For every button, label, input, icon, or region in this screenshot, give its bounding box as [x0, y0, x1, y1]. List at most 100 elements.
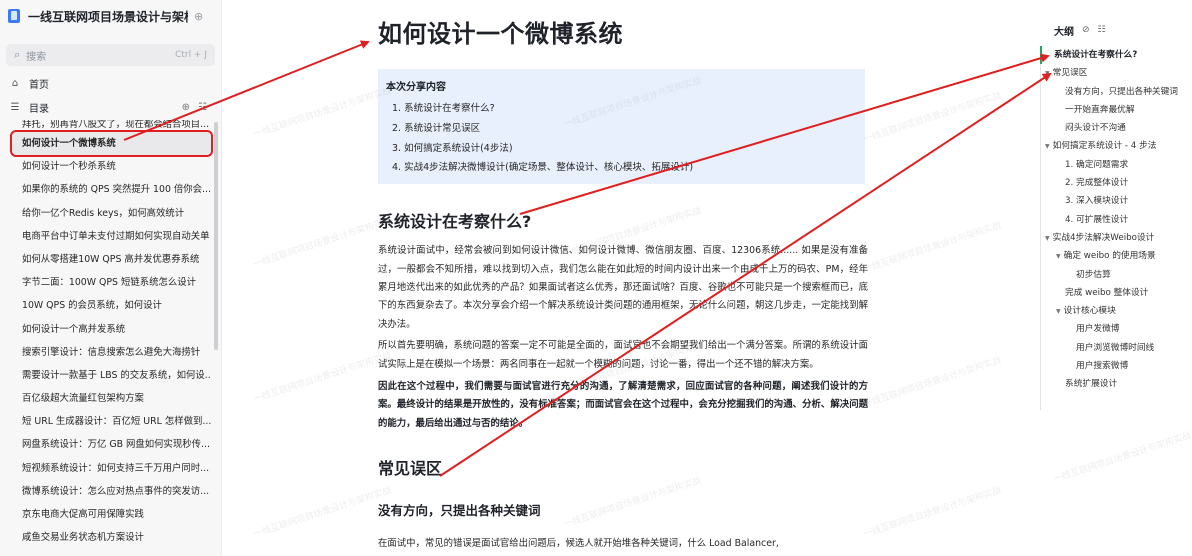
nav-catalog-label: 目录: [29, 103, 49, 115]
outline-item[interactable]: 系统设计在考察什么?: [1040, 46, 1190, 64]
catalog-item[interactable]: 如何设计一个高并发系统: [0, 318, 211, 341]
outline-item[interactable]: 闷头设计不沟通: [1040, 119, 1190, 137]
outline-title: 大纲: [1054, 26, 1074, 38]
section-heading: 系统设计在考察什么?: [378, 212, 532, 232]
catalog-item[interactable]: 如果你的系统的 QPS 突然提升 100 倍你会...: [0, 178, 211, 201]
watermark-text: 一线互联网项目场景设计与架构实战: [252, 215, 393, 270]
book-header[interactable]: 一线互联网项目场景设计与架构... ⊕: [8, 4, 213, 28]
catalog-item[interactable]: 拜托，别再背八股文了，现在都会结合项目...: [0, 120, 211, 132]
watermark-text: 一线互联网项目场景设计与架构实战: [252, 350, 393, 405]
paragraph: 所以首先要明确，系统问题的答案一定不可能是全面的，面试官也不会期望我们给出一个满…: [378, 340, 868, 370]
outline-item-label: 如何搞定系统设计 - 4 步法: [1052, 141, 1157, 152]
search-placeholder: 搜索: [26, 51, 47, 63]
callout-box: 本次分享内容 1. 系统设计在考察什么? 2. 系统设计常见误区 3. 如何搞定…: [378, 69, 865, 185]
catalog-item[interactable]: 咸鱼交易业务状态机方案设计: [0, 526, 211, 549]
catalog-item[interactable]: 给你一亿个Redis keys，如何高效统计: [0, 202, 211, 225]
outline-item[interactable]: 3. 深入模块设计: [1040, 192, 1190, 210]
outline-panel: 大纲 ⊘ ☷ 系统设计在考察什么? ▼ 常见误区 没有方向，只提出各种关键词 一开始直奔…: [1040, 20, 1190, 410]
outline-active-marker: [1040, 46, 1042, 64]
collapse-icon[interactable]: ▼: [1056, 308, 1061, 315]
outline-item[interactable]: 一开始直奔最优解: [1040, 101, 1190, 119]
outline-item[interactable]: ▼ 常见误区: [1040, 64, 1190, 82]
watermark-text: 一线互联网项目场景设计与架构实战: [252, 85, 393, 140]
catalog-item[interactable]: 电商平台中订单未支付过期如何实现自动关单: [0, 225, 211, 248]
book-info-icon[interactable]: ⊕: [194, 10, 203, 23]
watermark-text: 一线互联网项目场景设计与架构实战: [862, 485, 1003, 540]
outline-item[interactable]: 4. 可扩展性设计: [1040, 211, 1190, 229]
catalog-item[interactable]: 字节二面：100W QPS 短链系统怎么设计: [0, 271, 211, 294]
watermark-text: 一线互联网项目场景设计与架构实战: [252, 485, 393, 540]
catalog-item[interactable]: 短 URL 生成器设计：百亿短 URL 怎样做到...: [0, 410, 211, 433]
outline-item[interactable]: ▼ 设计核心模块: [1040, 302, 1190, 320]
collapse-icon[interactable]: ▼: [1056, 253, 1061, 260]
document: 如何设计一个微博系统 本次分享内容 1. 系统设计在考察什么? 2. 系统设计常…: [378, 0, 868, 554]
hide-outline-icon[interactable]: ⊘: [1082, 25, 1090, 35]
outline-item-label: 3. 深入模块设计: [1065, 196, 1129, 207]
outline-item-label: 用户搜索微博: [1076, 361, 1129, 372]
catalog-item[interactable]: 如何设计一个微博系统: [10, 129, 213, 158]
catalog-item[interactable]: 京东电商大促高可用保障实践: [0, 503, 211, 526]
collapse-icon[interactable]: ▼: [1045, 143, 1050, 150]
outline-item[interactable]: 用户发微博: [1040, 320, 1190, 338]
catalog-list: 拜托，别再背八股文了，现在都会结合项目... 如何设计一个微博系统 如何设计一个秒杀…: [0, 120, 221, 549]
outline-item[interactable]: 初步估算: [1040, 266, 1190, 284]
callout-item: 4. 实战4步法解决微博设计(确定场景、整体设计、核心模块、拓展设计): [392, 162, 694, 174]
catalog-item[interactable]: 需要设计一款基于 LBS 的交友系统，如何设...: [0, 364, 211, 387]
collapse-icon[interactable]: ▼: [1045, 70, 1050, 77]
outline-item-label: 初步估算: [1076, 269, 1111, 280]
outline-item[interactable]: 完成 weibo 整体设计: [1040, 284, 1190, 302]
subsection-heading: 没有方向，只提出各种关键词: [378, 503, 541, 519]
outline-item-label: 用户浏览微博时间线: [1076, 342, 1155, 353]
callout-item: 2. 系统设计常见误区: [392, 122, 481, 134]
outline-item[interactable]: ▼ 确定 weibo 的使用场景: [1040, 247, 1190, 265]
search-shortcut: Ctrl + J: [175, 50, 207, 60]
outline-item-label: 确定 weibo 的使用场景: [1063, 251, 1156, 262]
outline-item-label: 2. 完成整体设计: [1065, 178, 1129, 189]
outline-item[interactable]: 2. 完成整体设计: [1040, 174, 1190, 192]
watermark-text: 一线互联网项目场景设计与架构实战: [862, 90, 1003, 145]
catalog-item[interactable]: 百亿级超大流量红包架构方案: [0, 387, 211, 410]
book-icon: [8, 9, 20, 23]
outline-item[interactable]: 没有方向，只提出各种关键词: [1040, 83, 1190, 101]
paragraph: 系统设计面试中，经常会被问到如何设计微信、如何设计微博、微信朋友圈、百度、123…: [378, 245, 868, 330]
nav-home-label: 首页: [29, 79, 49, 91]
nav-home[interactable]: ⌂ 首页: [6, 72, 215, 94]
catalog-item[interactable]: 如何设计一个秒杀系统: [0, 155, 211, 178]
outline-list: 系统设计在考察什么? ▼ 常见误区 没有方向，只提出各种关键词 一开始直奔最优解 闷头设计…: [1040, 46, 1190, 394]
catalog-item[interactable]: 如何从零搭建10W QPS 高并发优惠券系统: [0, 248, 211, 271]
outline-item[interactable]: ▼ 实战4步法解决Weibo设计: [1040, 229, 1190, 247]
outline-item-label: 1. 确定问题需求: [1065, 159, 1129, 170]
paragraph: 在面试中，常见的错误是面试官给出问题后，候选人就开始堆各种关键词，什么 Load…: [378, 538, 779, 550]
catalog-item[interactable]: 短视频系统设计：如何支持三千万用户同时...: [0, 457, 211, 480]
outline-item[interactable]: 系统扩展设计: [1040, 375, 1190, 393]
collapse-icon[interactable]: ▼: [1045, 235, 1050, 242]
catalog-icon: ☰: [10, 101, 20, 113]
book-title[interactable]: 一线互联网项目场景设计与架构...: [28, 8, 188, 25]
outline-item-label: 闷头设计不沟通: [1065, 123, 1126, 134]
catalog-item[interactable]: 微博系统设计：怎么应对热点事件的突发访...: [0, 480, 211, 503]
sidebar-scrollbar[interactable]: [214, 122, 218, 350]
outline-item[interactable]: 用户浏览微博时间线: [1040, 339, 1190, 357]
outline-item-label: 用户发微博: [1076, 324, 1120, 335]
nav-catalog[interactable]: ☰ 目录 ⊕☷: [6, 96, 215, 118]
callout-title: 本次分享内容: [386, 82, 446, 93]
outline-item-label: 常见误区: [1052, 68, 1088, 79]
watermark-text: 一线互联网项目场景设计与架构实战: [862, 220, 1003, 275]
watermark-text: 一线互联网项目场景设计与架构实战: [1052, 430, 1192, 485]
outline-list-icon[interactable]: ☷: [1098, 25, 1106, 35]
outline-item-label: 一开始直奔最优解: [1065, 104, 1135, 115]
callout-item: 3. 如何搞定系统设计(4步法): [392, 142, 513, 154]
paragraph-bold: 因此在这个过程中，我们需要与面试官进行充分的沟通，了解清楚需求，回应面试官的各种…: [378, 381, 868, 429]
outline-item-label: 没有方向，只提出各种关键词: [1065, 86, 1178, 97]
outline-item-label: 完成 weibo 整体设计: [1065, 287, 1149, 298]
outline-item[interactable]: 用户搜索微博: [1040, 357, 1190, 375]
callout-item: 1. 系统设计在考察什么?: [392, 103, 495, 114]
section-heading: 常见误区: [378, 459, 443, 479]
search-input[interactable]: ⌕ 搜索 Ctrl + J: [6, 44, 215, 66]
catalog-tools-icon[interactable]: ⊕☷: [182, 102, 215, 113]
outline-item[interactable]: 1. 确定问题需求: [1040, 156, 1190, 174]
outline-item[interactable]: ▼ 如何搞定系统设计 - 4 步法: [1040, 137, 1190, 155]
catalog-item[interactable]: 网盘系统设计：万亿 GB 网盘如何实现秒传...: [0, 433, 211, 456]
catalog-item[interactable]: 搜索引擎设计：信息搜索怎么避免大海捞针: [0, 341, 211, 364]
catalog-item[interactable]: 10W QPS 的会员系统，如何设计: [0, 294, 211, 317]
